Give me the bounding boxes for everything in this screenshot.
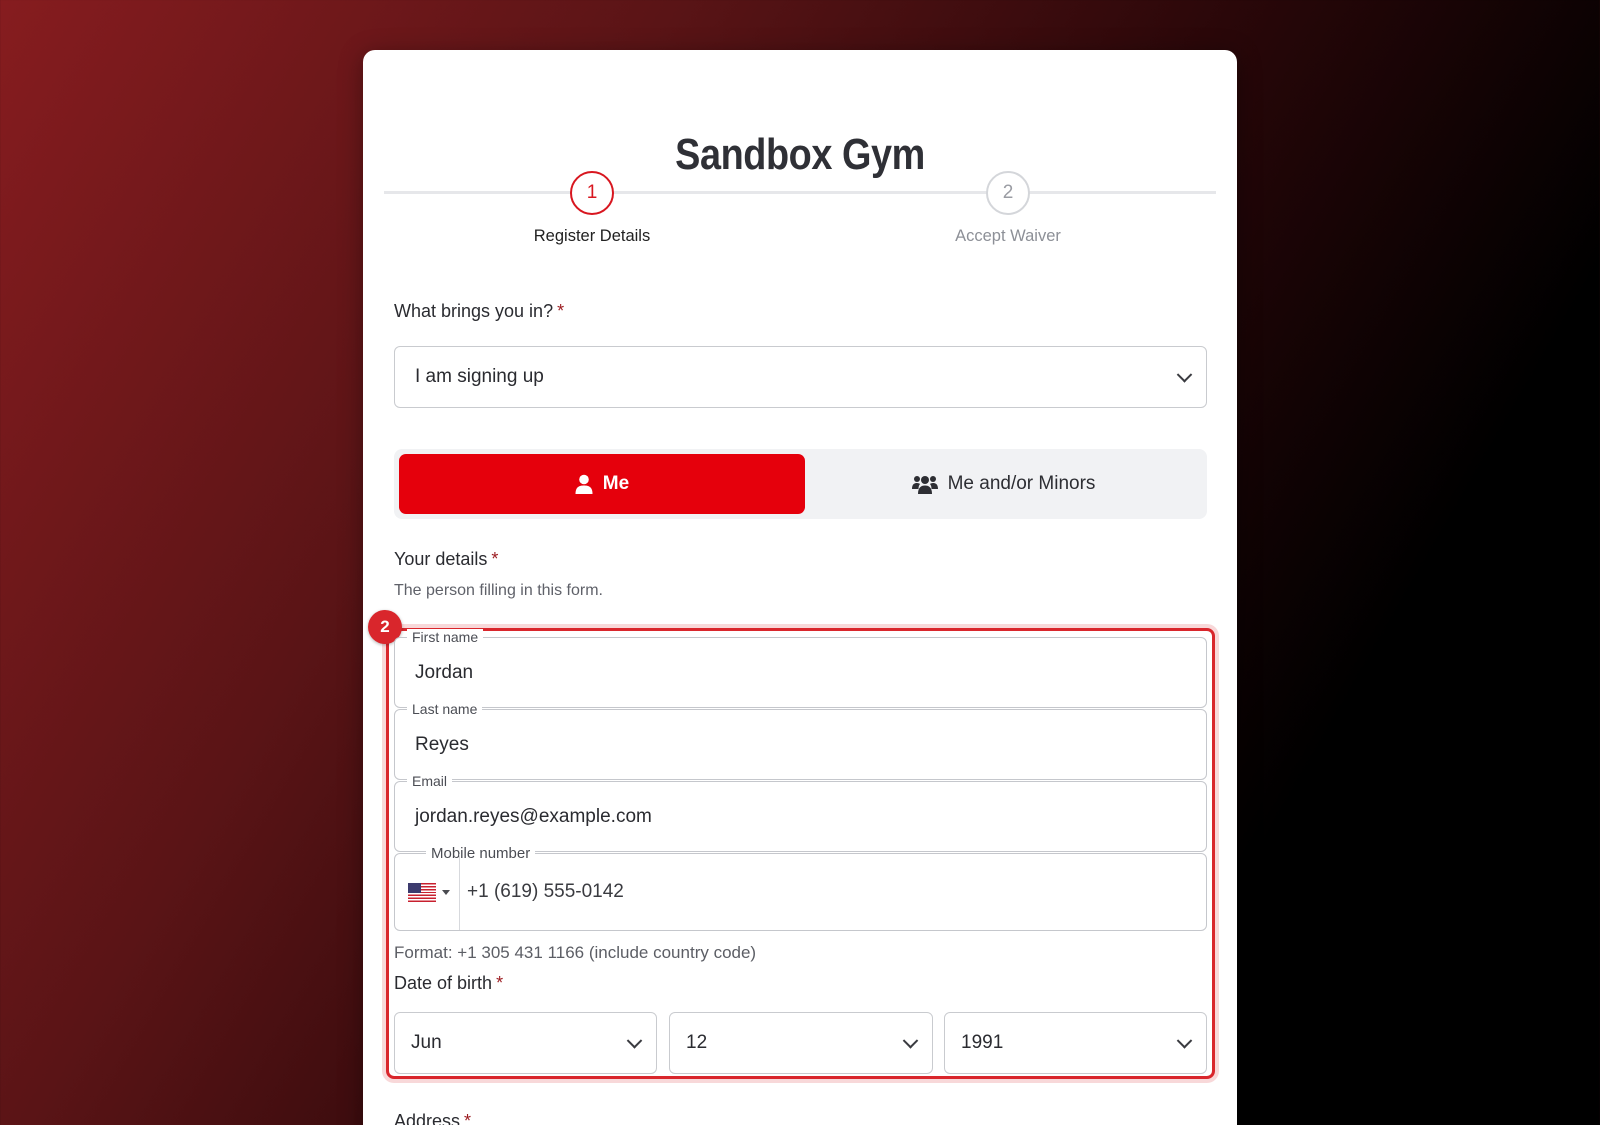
step-accept-waiver[interactable]: 2 Accept Waiver bbox=[908, 171, 1108, 246]
first-name-label: First name bbox=[407, 629, 484, 645]
caret-down-icon bbox=[442, 889, 450, 895]
dob-day-value: 12 bbox=[686, 1032, 708, 1053]
step-number: 1 bbox=[570, 171, 614, 215]
details-sublabel: The person filling in this form. bbox=[394, 582, 603, 599]
dob-month-select[interactable]: Jun bbox=[394, 1012, 657, 1074]
registrant-toggle: Me Me and/or Minors bbox=[394, 449, 1207, 519]
dob-year-value: 1991 bbox=[961, 1032, 1004, 1053]
chevron-down-icon bbox=[1176, 1033, 1193, 1049]
email-label: Email bbox=[407, 773, 453, 789]
toggle-me-label: Me bbox=[602, 473, 630, 494]
dob-month-value: Jun bbox=[411, 1032, 442, 1053]
chevron-down-icon bbox=[1176, 367, 1193, 383]
country-select[interactable] bbox=[395, 854, 460, 930]
required-mark: * bbox=[491, 549, 499, 569]
purpose-select[interactable]: I am signing up bbox=[394, 346, 1207, 408]
dob-year-select[interactable]: 1991 bbox=[944, 1012, 1207, 1074]
required-mark: * bbox=[496, 973, 504, 993]
purpose-label-text: What brings you in? bbox=[394, 301, 554, 321]
mobile-format-hint: Format: +1 305 431 1166 (include country… bbox=[394, 943, 757, 962]
last-name-field[interactable]: Last name Reyes bbox=[394, 701, 1207, 780]
toggle-minors-label: Me and/or Minors bbox=[947, 473, 1096, 494]
toggle-minors-button[interactable]: Me and/or Minors bbox=[805, 454, 1202, 514]
purpose-select-value: I am signing up bbox=[415, 366, 544, 387]
address-label: Address * bbox=[394, 1111, 471, 1125]
mobile-number-field[interactable]: Mobile number +1 (619) 555-0142 bbox=[394, 845, 1207, 931]
email-field[interactable]: Email jordan.reyes@example.com bbox=[394, 773, 1207, 852]
dob-label-text: Date of birth bbox=[394, 973, 493, 993]
last-name-value: Reyes bbox=[415, 733, 469, 755]
step-label: Accept Waiver bbox=[955, 227, 1061, 245]
required-mark: * bbox=[464, 1111, 472, 1125]
dob-label: Date of birth * bbox=[394, 973, 503, 994]
required-mark: * bbox=[557, 301, 565, 321]
last-name-label: Last name bbox=[407, 701, 483, 717]
us-flag-icon bbox=[408, 882, 436, 902]
chevron-down-icon bbox=[902, 1033, 919, 1049]
email-value: jordan.reyes@example.com bbox=[415, 805, 652, 827]
dob-day-select[interactable]: 12 bbox=[669, 1012, 933, 1074]
step-label: Register Details bbox=[533, 227, 651, 245]
users-icon bbox=[911, 476, 938, 494]
first-name-value: Jordan bbox=[415, 661, 474, 683]
first-name-field[interactable]: First name Jordan bbox=[394, 629, 1207, 708]
toggle-me-button[interactable]: Me bbox=[399, 454, 805, 514]
details-label-text: Your details bbox=[394, 549, 488, 569]
registration-card: Sandbox Gym 1 Register Details 2 Accept … bbox=[363, 50, 1237, 1125]
step-number: 2 bbox=[986, 171, 1030, 215]
step-register-details[interactable]: 1 Register Details bbox=[492, 171, 692, 246]
user-icon bbox=[575, 474, 593, 494]
mobile-number-value: +1 (619) 555-0142 bbox=[467, 881, 624, 902]
address-label-text: Address bbox=[394, 1111, 461, 1125]
purpose-label: What brings you in? * bbox=[394, 301, 564, 322]
chevron-down-icon bbox=[626, 1033, 643, 1049]
details-label: Your details * bbox=[394, 549, 498, 570]
